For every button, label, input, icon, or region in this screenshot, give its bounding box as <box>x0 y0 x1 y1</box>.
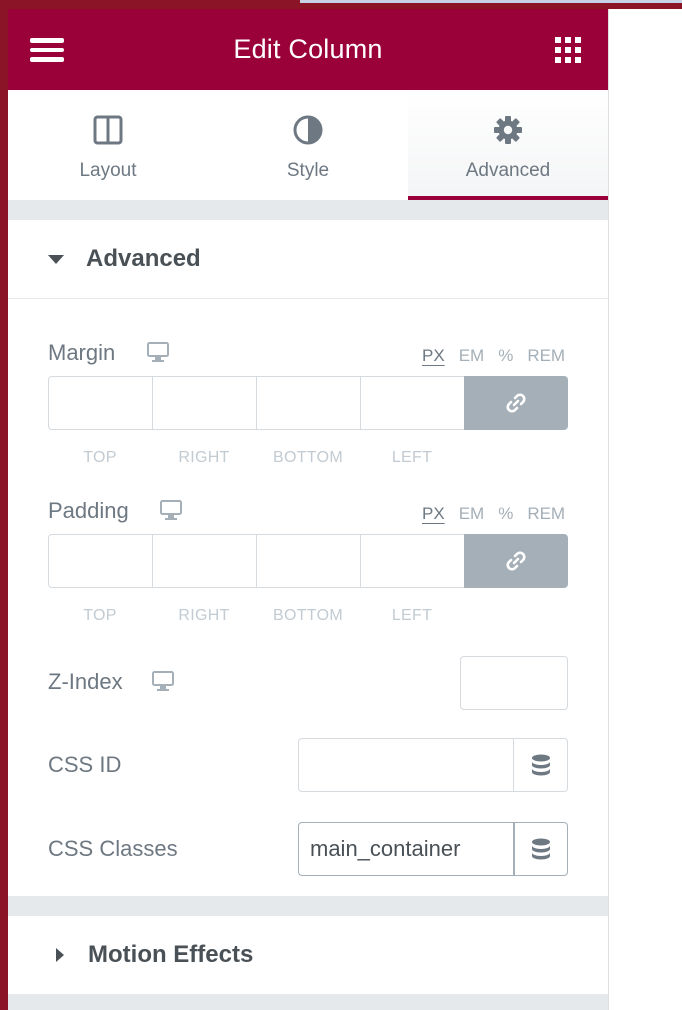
css-id-label: CSS ID <box>48 752 122 777</box>
gear-icon <box>494 116 522 144</box>
unit-percent[interactable]: % <box>498 346 513 366</box>
advanced-section-title: Advanced <box>86 245 201 272</box>
tab-layout[interactable]: Layout <box>8 90 208 200</box>
dynamic-tags-button[interactable] <box>514 738 568 792</box>
panel-title: Edit Column <box>233 34 383 64</box>
tab-style[interactable]: Style <box>208 90 408 200</box>
preview-canvas[interactable] <box>608 9 682 1010</box>
motion-effects-section: Motion Effects <box>8 916 608 994</box>
padding-units: PX EM % REM <box>422 504 579 524</box>
database-icon <box>532 838 550 860</box>
side-label-bottom: BOTTOM <box>273 449 343 466</box>
z-index-input[interactable] <box>460 656 568 710</box>
side-label-left: LEFT <box>391 607 433 624</box>
padding-top-input[interactable] <box>48 534 152 588</box>
widgets-grid-icon[interactable] <box>555 37 581 63</box>
link-icon <box>506 393 526 413</box>
tab-style-label: Style <box>286 160 330 181</box>
padding-side-labels: TOP RIGHT BOTTOM LEFT <box>48 607 464 625</box>
margin-left-input[interactable] <box>360 376 464 430</box>
desktop-device-icon[interactable] <box>147 342 169 362</box>
motion-effects-header[interactable]: Motion Effects <box>8 916 608 994</box>
caret-right-icon <box>56 948 64 962</box>
css-id-group <box>298 738 568 792</box>
css-id-input[interactable] <box>298 738 514 792</box>
side-label-right: RIGHT <box>178 607 230 624</box>
motion-effects-title: Motion Effects <box>88 941 254 968</box>
panel-header: Edit Column <box>8 9 608 90</box>
tab-advanced[interactable]: Advanced <box>408 90 608 200</box>
css-classes-label: CSS Classes <box>48 836 178 861</box>
css-classes-group: main_container <box>298 822 568 876</box>
unit-px[interactable]: PX <box>422 504 445 524</box>
padding-link-button[interactable] <box>464 534 568 588</box>
padding-label: Padding <box>48 498 129 523</box>
window-frame-highlight <box>300 0 682 3</box>
side-label-right: RIGHT <box>178 449 230 466</box>
margin-right-input[interactable] <box>152 376 256 430</box>
margin-top-input[interactable] <box>48 376 152 430</box>
columns-layout-icon <box>93 115 123 145</box>
unit-rem[interactable]: REM <box>527 346 565 366</box>
padding-right-input[interactable] <box>152 534 256 588</box>
dynamic-tags-button[interactable] <box>514 822 568 876</box>
margin-link-button[interactable] <box>464 376 568 430</box>
side-label-top: TOP <box>83 449 117 466</box>
margin-units: PX EM % REM <box>422 346 579 366</box>
editor-panel: Edit Column Layout Style Advanced Advanc… <box>8 9 608 1010</box>
hamburger-menu-icon[interactable] <box>30 38 64 62</box>
link-icon <box>506 551 526 571</box>
desktop-device-icon[interactable] <box>160 500 182 520</box>
side-label-bottom: BOTTOM <box>273 607 343 624</box>
unit-em[interactable]: EM <box>459 346 485 366</box>
padding-left-input[interactable] <box>360 534 464 588</box>
tab-layout-label: Layout <box>79 160 137 181</box>
side-label-left: LEFT <box>391 449 433 466</box>
advanced-section-header[interactable]: Advanced <box>8 220 608 299</box>
unit-percent[interactable]: % <box>498 504 513 524</box>
window-frame-left <box>0 0 8 1010</box>
advanced-section: Advanced Margin PX EM % REM TOP RIGHT BO… <box>8 220 608 896</box>
padding-bottom-input[interactable] <box>256 534 360 588</box>
unit-px[interactable]: PX <box>422 346 445 366</box>
unit-rem[interactable]: REM <box>527 504 565 524</box>
tab-advanced-label: Advanced <box>465 160 551 181</box>
margin-bottom-input[interactable] <box>256 376 360 430</box>
z-index-label: Z-Index <box>48 669 123 694</box>
side-label-top: TOP <box>83 607 117 624</box>
half-circle-contrast-icon <box>293 115 323 145</box>
margin-label: Margin <box>48 340 116 365</box>
caret-down-icon <box>48 254 64 264</box>
unit-em[interactable]: EM <box>459 504 485 524</box>
margin-side-labels: TOP RIGHT BOTTOM LEFT <box>48 449 464 467</box>
panel-tabs: Layout Style Advanced <box>8 90 608 200</box>
padding-dimensions <box>48 534 568 588</box>
database-icon <box>531 754 550 776</box>
css-classes-input[interactable]: main_container <box>298 822 514 876</box>
margin-dimensions <box>48 376 568 430</box>
desktop-device-icon[interactable] <box>152 671 174 691</box>
